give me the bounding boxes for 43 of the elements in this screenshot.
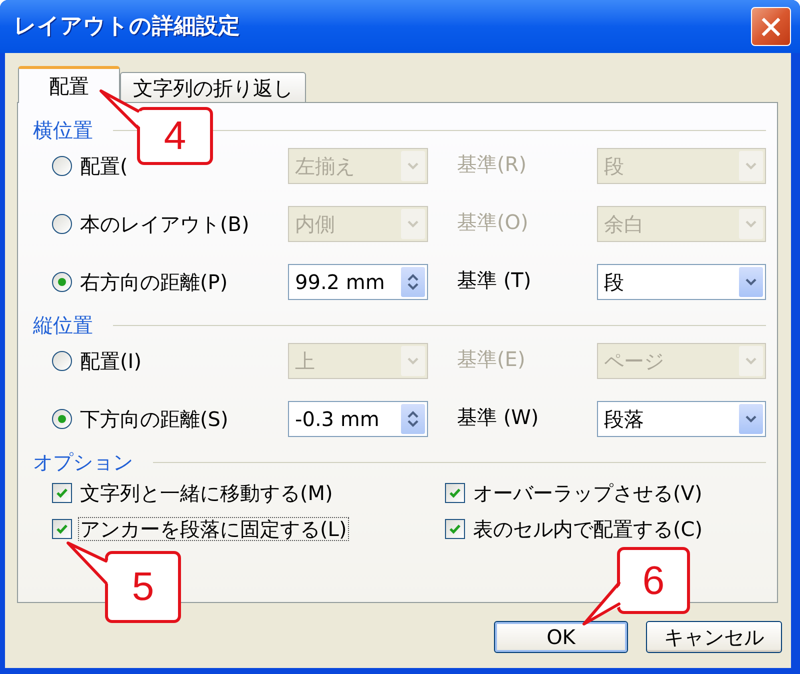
reference-label: 基準(E) [457, 347, 526, 371]
reference-label: 基準(R) [457, 152, 527, 176]
close-button[interactable] [751, 7, 791, 46]
spin-arrows-icon[interactable] [401, 404, 425, 434]
dropdown[interactable]: 段 [597, 264, 766, 300]
checkbox[interactable] [52, 483, 72, 503]
step-callout: 4 [137, 107, 213, 165]
radio-button[interactable] [52, 272, 72, 292]
checkmark-icon [449, 524, 461, 534]
radio-label[interactable]: 右方向の距離(P) [80, 272, 228, 292]
reference-label: 基準 (T) [457, 268, 532, 292]
checkbox[interactable] [52, 519, 72, 539]
checkmark-icon [56, 488, 68, 498]
ok-button[interactable]: OK [494, 621, 628, 653]
checkmark-icon [449, 488, 461, 498]
chevron-down-icon[interactable] [739, 404, 763, 434]
radio-button[interactable] [52, 409, 72, 429]
callout-pointer [64, 539, 110, 587]
chevron-down-icon[interactable] [739, 267, 763, 297]
checkbox[interactable] [445, 483, 465, 503]
tab[interactable]: 文字列の折り返し [120, 72, 306, 102]
section-heading: オプション [33, 452, 133, 472]
checkbox[interactable] [445, 519, 465, 539]
checkmark-icon [56, 524, 68, 534]
dropdown[interactable]: 段落 [597, 401, 766, 437]
reference-label: 基準(O) [457, 210, 528, 234]
step-callout: 5 [105, 551, 181, 623]
spinner-field[interactable]: 99.2 mm [288, 264, 428, 300]
window-title: レイアウトの詳細設定 [14, 16, 240, 38]
checkbox-label[interactable]: アンカーを段落に固定する(L) [78, 517, 349, 541]
section-heading: 横位置 [33, 120, 93, 140]
step-callout: 6 [617, 547, 690, 614]
checkbox-label[interactable]: 表のセル内で配置する(C) [471, 517, 705, 541]
spinner-field[interactable]: -0.3 mm [288, 401, 428, 437]
checkbox-label[interactable]: 文字列と一緒に移動する(M) [78, 481, 335, 505]
cancel-button[interactable]: キャンセル [646, 621, 782, 653]
reference-label: 基準 (W) [457, 405, 539, 429]
checkbox-label[interactable]: オーバーラップさせる(V) [471, 481, 704, 505]
close-icon [761, 16, 781, 36]
radio-label[interactable]: 下方向の距離(S) [80, 409, 228, 429]
tab[interactable]: 配置 [18, 66, 120, 103]
section-heading: 縦位置 [33, 315, 93, 335]
spin-arrows-icon[interactable] [401, 267, 425, 297]
